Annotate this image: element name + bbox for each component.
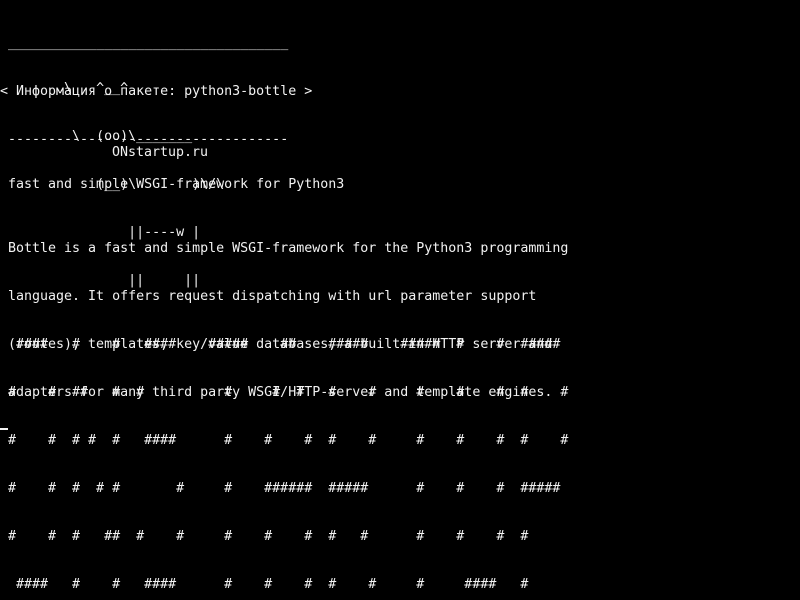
banner-line: # # # ## # # # # # # # # # # # xyxy=(8,529,529,544)
banner-line: # # # # # # # ###### ##### # # # ##### xyxy=(8,481,561,496)
site-name: ONstartup.ru xyxy=(112,145,209,160)
onstartup-ascii-banner: #### # # #### ##### ## ##### ##### # # #… xyxy=(8,305,568,600)
terminal-screen[interactable]: ___________________________________ < Ин… xyxy=(0,0,800,600)
description-line: Bottle is a fast and simple WSGI-framewo… xyxy=(8,241,569,256)
cow-art-line: \ (oo)\_______ xyxy=(0,129,193,144)
banner-line: # # # # # #### # # # # # # # # # # xyxy=(8,433,569,448)
banner-line: # # ## # # # # # # # # # # # # xyxy=(8,385,569,400)
cow-art-line: \ ^__^ xyxy=(0,81,129,96)
description-line: language. It offers request dispatching … xyxy=(8,289,537,304)
banner-line: #### # # #### # # # # # # #### # xyxy=(8,577,529,592)
banner-line: #### # # #### ##### ## ##### ##### # # #… xyxy=(8,337,561,352)
text-cursor xyxy=(0,428,8,430)
package-summary: fast and simple WSGI-framework for Pytho… xyxy=(8,177,345,192)
